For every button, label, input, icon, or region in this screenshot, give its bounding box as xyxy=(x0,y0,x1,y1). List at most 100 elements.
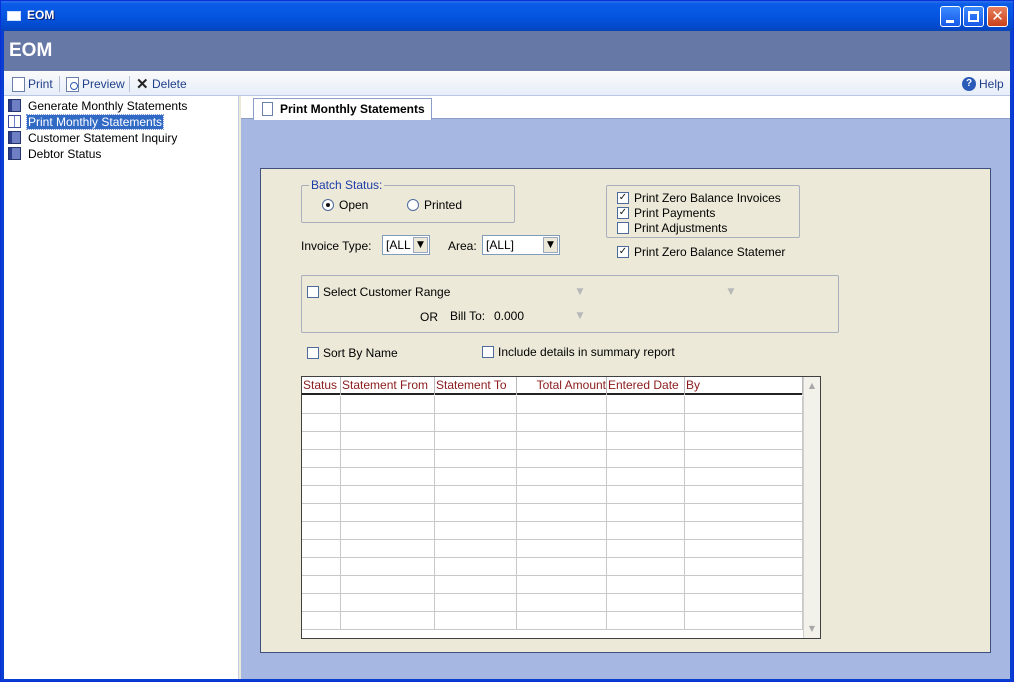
grid-column-header[interactable]: Statement From xyxy=(341,377,435,395)
sort-by-name-checkbox[interactable] xyxy=(307,347,319,359)
bill-to-value[interactable]: 0.000 xyxy=(494,309,524,323)
table-cell[interactable] xyxy=(302,540,341,558)
include-details-checkbox[interactable] xyxy=(482,346,494,358)
table-cell[interactable] xyxy=(607,576,685,594)
table-cell[interactable] xyxy=(341,414,435,432)
sidebar-item-generate-monthly-statements[interactable]: Generate Monthly Statements xyxy=(8,98,188,113)
table-cell[interactable] xyxy=(517,396,607,414)
table-cell[interactable] xyxy=(685,612,803,630)
table-cell[interactable] xyxy=(435,396,517,414)
table-cell[interactable] xyxy=(607,450,685,468)
table-cell[interactable] xyxy=(685,486,803,504)
table-cell[interactable] xyxy=(685,504,803,522)
table-cell[interactable] xyxy=(341,522,435,540)
table-cell[interactable] xyxy=(517,450,607,468)
table-cell[interactable] xyxy=(685,540,803,558)
table-row[interactable] xyxy=(302,594,803,612)
table-row[interactable] xyxy=(302,504,803,522)
batch-status-printed-radio[interactable] xyxy=(407,199,419,211)
table-cell[interactable] xyxy=(302,432,341,450)
table-row[interactable] xyxy=(302,558,803,576)
table-cell[interactable] xyxy=(302,576,341,594)
table-cell[interactable] xyxy=(341,486,435,504)
table-cell[interactable] xyxy=(341,540,435,558)
table-cell[interactable] xyxy=(435,612,517,630)
delete-button[interactable]: ✕ Delete xyxy=(136,75,187,93)
table-row[interactable] xyxy=(302,432,803,450)
sidebar-item-debtor-status[interactable]: Debtor Status xyxy=(8,146,102,161)
table-cell[interactable] xyxy=(517,432,607,450)
print-adjustments-checkbox[interactable] xyxy=(617,222,629,234)
table-cell[interactable] xyxy=(341,612,435,630)
grid-column-header[interactable]: Entered Date xyxy=(607,377,685,395)
maximize-button[interactable] xyxy=(963,6,984,27)
table-cell[interactable] xyxy=(685,594,803,612)
table-cell[interactable] xyxy=(517,522,607,540)
table-cell[interactable] xyxy=(302,396,341,414)
table-cell[interactable] xyxy=(685,396,803,414)
table-cell[interactable] xyxy=(435,504,517,522)
area-select[interactable]: [ALL] ▼ xyxy=(482,235,560,255)
table-row[interactable] xyxy=(302,450,803,468)
table-cell[interactable] xyxy=(607,396,685,414)
help-button[interactable]: ? Help xyxy=(962,75,1004,93)
table-cell[interactable] xyxy=(685,558,803,576)
table-row[interactable] xyxy=(302,468,803,486)
table-cell[interactable] xyxy=(685,432,803,450)
print-payments-checkbox[interactable]: ✓ xyxy=(617,207,629,219)
statements-grid[interactable]: Status Statement From Statement To Total Am… xyxy=(301,376,821,639)
table-cell[interactable] xyxy=(435,414,517,432)
table-cell[interactable] xyxy=(435,468,517,486)
table-cell[interactable] xyxy=(685,522,803,540)
table-cell[interactable] xyxy=(341,504,435,522)
table-cell[interactable] xyxy=(517,414,607,432)
table-cell[interactable] xyxy=(302,414,341,432)
table-cell[interactable] xyxy=(302,468,341,486)
table-cell[interactable] xyxy=(341,468,435,486)
table-cell[interactable] xyxy=(607,468,685,486)
table-cell[interactable] xyxy=(517,540,607,558)
table-cell[interactable] xyxy=(607,594,685,612)
table-cell[interactable] xyxy=(607,504,685,522)
table-cell[interactable] xyxy=(435,558,517,576)
table-row[interactable] xyxy=(302,576,803,594)
tab-print-monthly-statements[interactable]: Print Monthly Statements xyxy=(253,98,432,120)
table-cell[interactable] xyxy=(435,522,517,540)
scroll-up-icon[interactable]: ▲ xyxy=(805,379,819,393)
table-cell[interactable] xyxy=(341,432,435,450)
table-cell[interactable] xyxy=(607,414,685,432)
table-cell[interactable] xyxy=(341,558,435,576)
table-cell[interactable] xyxy=(302,504,341,522)
chevron-down-icon[interactable]: ▼ xyxy=(543,237,558,253)
grid-scrollbar[interactable]: ▲ ▼ xyxy=(803,377,820,638)
table-cell[interactable] xyxy=(435,576,517,594)
print-zero-balance-statements-checkbox[interactable]: ✓ xyxy=(617,246,629,258)
preview-button[interactable]: Preview xyxy=(66,75,125,93)
print-button[interactable]: Print xyxy=(12,75,53,93)
table-row[interactable] xyxy=(302,522,803,540)
grid-column-header[interactable]: By xyxy=(685,377,803,395)
title-bar[interactable]: EOM ✕ xyxy=(1,1,1013,31)
batch-status-open-radio[interactable] xyxy=(322,199,334,211)
table-cell[interactable] xyxy=(517,594,607,612)
table-cell[interactable] xyxy=(685,468,803,486)
table-cell[interactable] xyxy=(607,522,685,540)
table-cell[interactable] xyxy=(607,558,685,576)
table-cell[interactable] xyxy=(435,450,517,468)
table-cell[interactable] xyxy=(517,576,607,594)
select-customer-range-checkbox[interactable] xyxy=(307,286,319,298)
table-cell[interactable] xyxy=(341,396,435,414)
table-cell[interactable] xyxy=(341,576,435,594)
bill-to-dropdown[interactable]: ▼ xyxy=(573,309,587,323)
invoice-type-select[interactable]: [ALL ▼ xyxy=(382,235,430,255)
table-cell[interactable] xyxy=(685,414,803,432)
minimize-button[interactable] xyxy=(940,6,961,27)
sidebar-item-customer-statement-inquiry[interactable]: Customer Statement Inquiry xyxy=(8,130,178,145)
table-cell[interactable] xyxy=(302,612,341,630)
table-cell[interactable] xyxy=(607,486,685,504)
table-cell[interactable] xyxy=(517,612,607,630)
table-row[interactable] xyxy=(302,612,803,630)
table-cell[interactable] xyxy=(435,594,517,612)
table-cell[interactable] xyxy=(435,486,517,504)
table-cell[interactable] xyxy=(435,540,517,558)
